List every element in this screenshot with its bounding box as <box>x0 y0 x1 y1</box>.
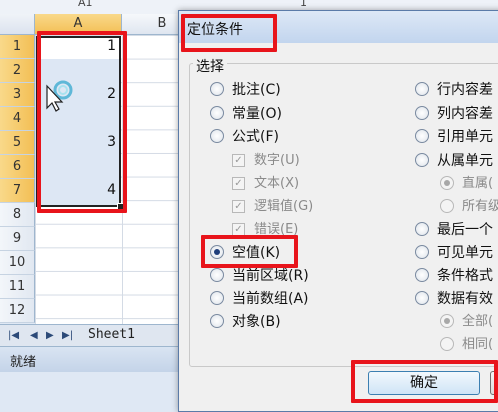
next-sheet-button[interactable]: ▶ <box>46 330 54 341</box>
formula-input[interactable]: 1 <box>300 0 307 9</box>
row-header[interactable]: 7 <box>0 179 35 203</box>
highlight-ok-button <box>351 360 498 403</box>
row-header[interactable]: 4 <box>0 107 35 131</box>
row-header[interactable]: 8 <box>0 203 35 227</box>
highlight-blanks-option <box>201 235 298 268</box>
row-header[interactable]: 3 <box>0 83 35 107</box>
row-header[interactable]: 11 <box>0 275 35 299</box>
sheet-tab-sheet1[interactable]: Sheet1 <box>88 327 135 342</box>
row-header[interactable]: 6 <box>0 155 35 179</box>
row-header[interactable]: 10 <box>0 251 35 275</box>
taskbar-area <box>0 372 195 403</box>
first-sheet-button[interactable]: |◀ <box>8 330 19 341</box>
check-icon: ✓ <box>232 177 245 190</box>
row-header[interactable]: 5 <box>0 131 35 155</box>
last-sheet-button[interactable]: ▶| <box>62 330 73 341</box>
check-icon: ✓ <box>232 200 245 213</box>
highlight-dialog-title <box>181 14 277 52</box>
row-header[interactable]: 1 <box>0 35 35 59</box>
check-icon: ✓ <box>232 154 245 167</box>
status-text: 就绪 <box>10 355 37 370</box>
group-label: 选择 <box>193 56 227 76</box>
highlight-selected-range <box>37 31 127 213</box>
status-bar: 就绪 <box>0 346 195 373</box>
row-header[interactable]: 9 <box>0 227 35 251</box>
row-header[interactable]: 12 <box>0 299 35 323</box>
select-all-corner[interactable] <box>0 14 35 35</box>
prev-sheet-button[interactable]: ◀ <box>30 330 38 341</box>
name-box[interactable]: A1 <box>4 0 164 12</box>
row-header[interactable]: 2 <box>0 59 35 83</box>
sheet-tab-bar: |◀ ◀ ▶ ▶| Sheet1 <box>0 324 195 347</box>
